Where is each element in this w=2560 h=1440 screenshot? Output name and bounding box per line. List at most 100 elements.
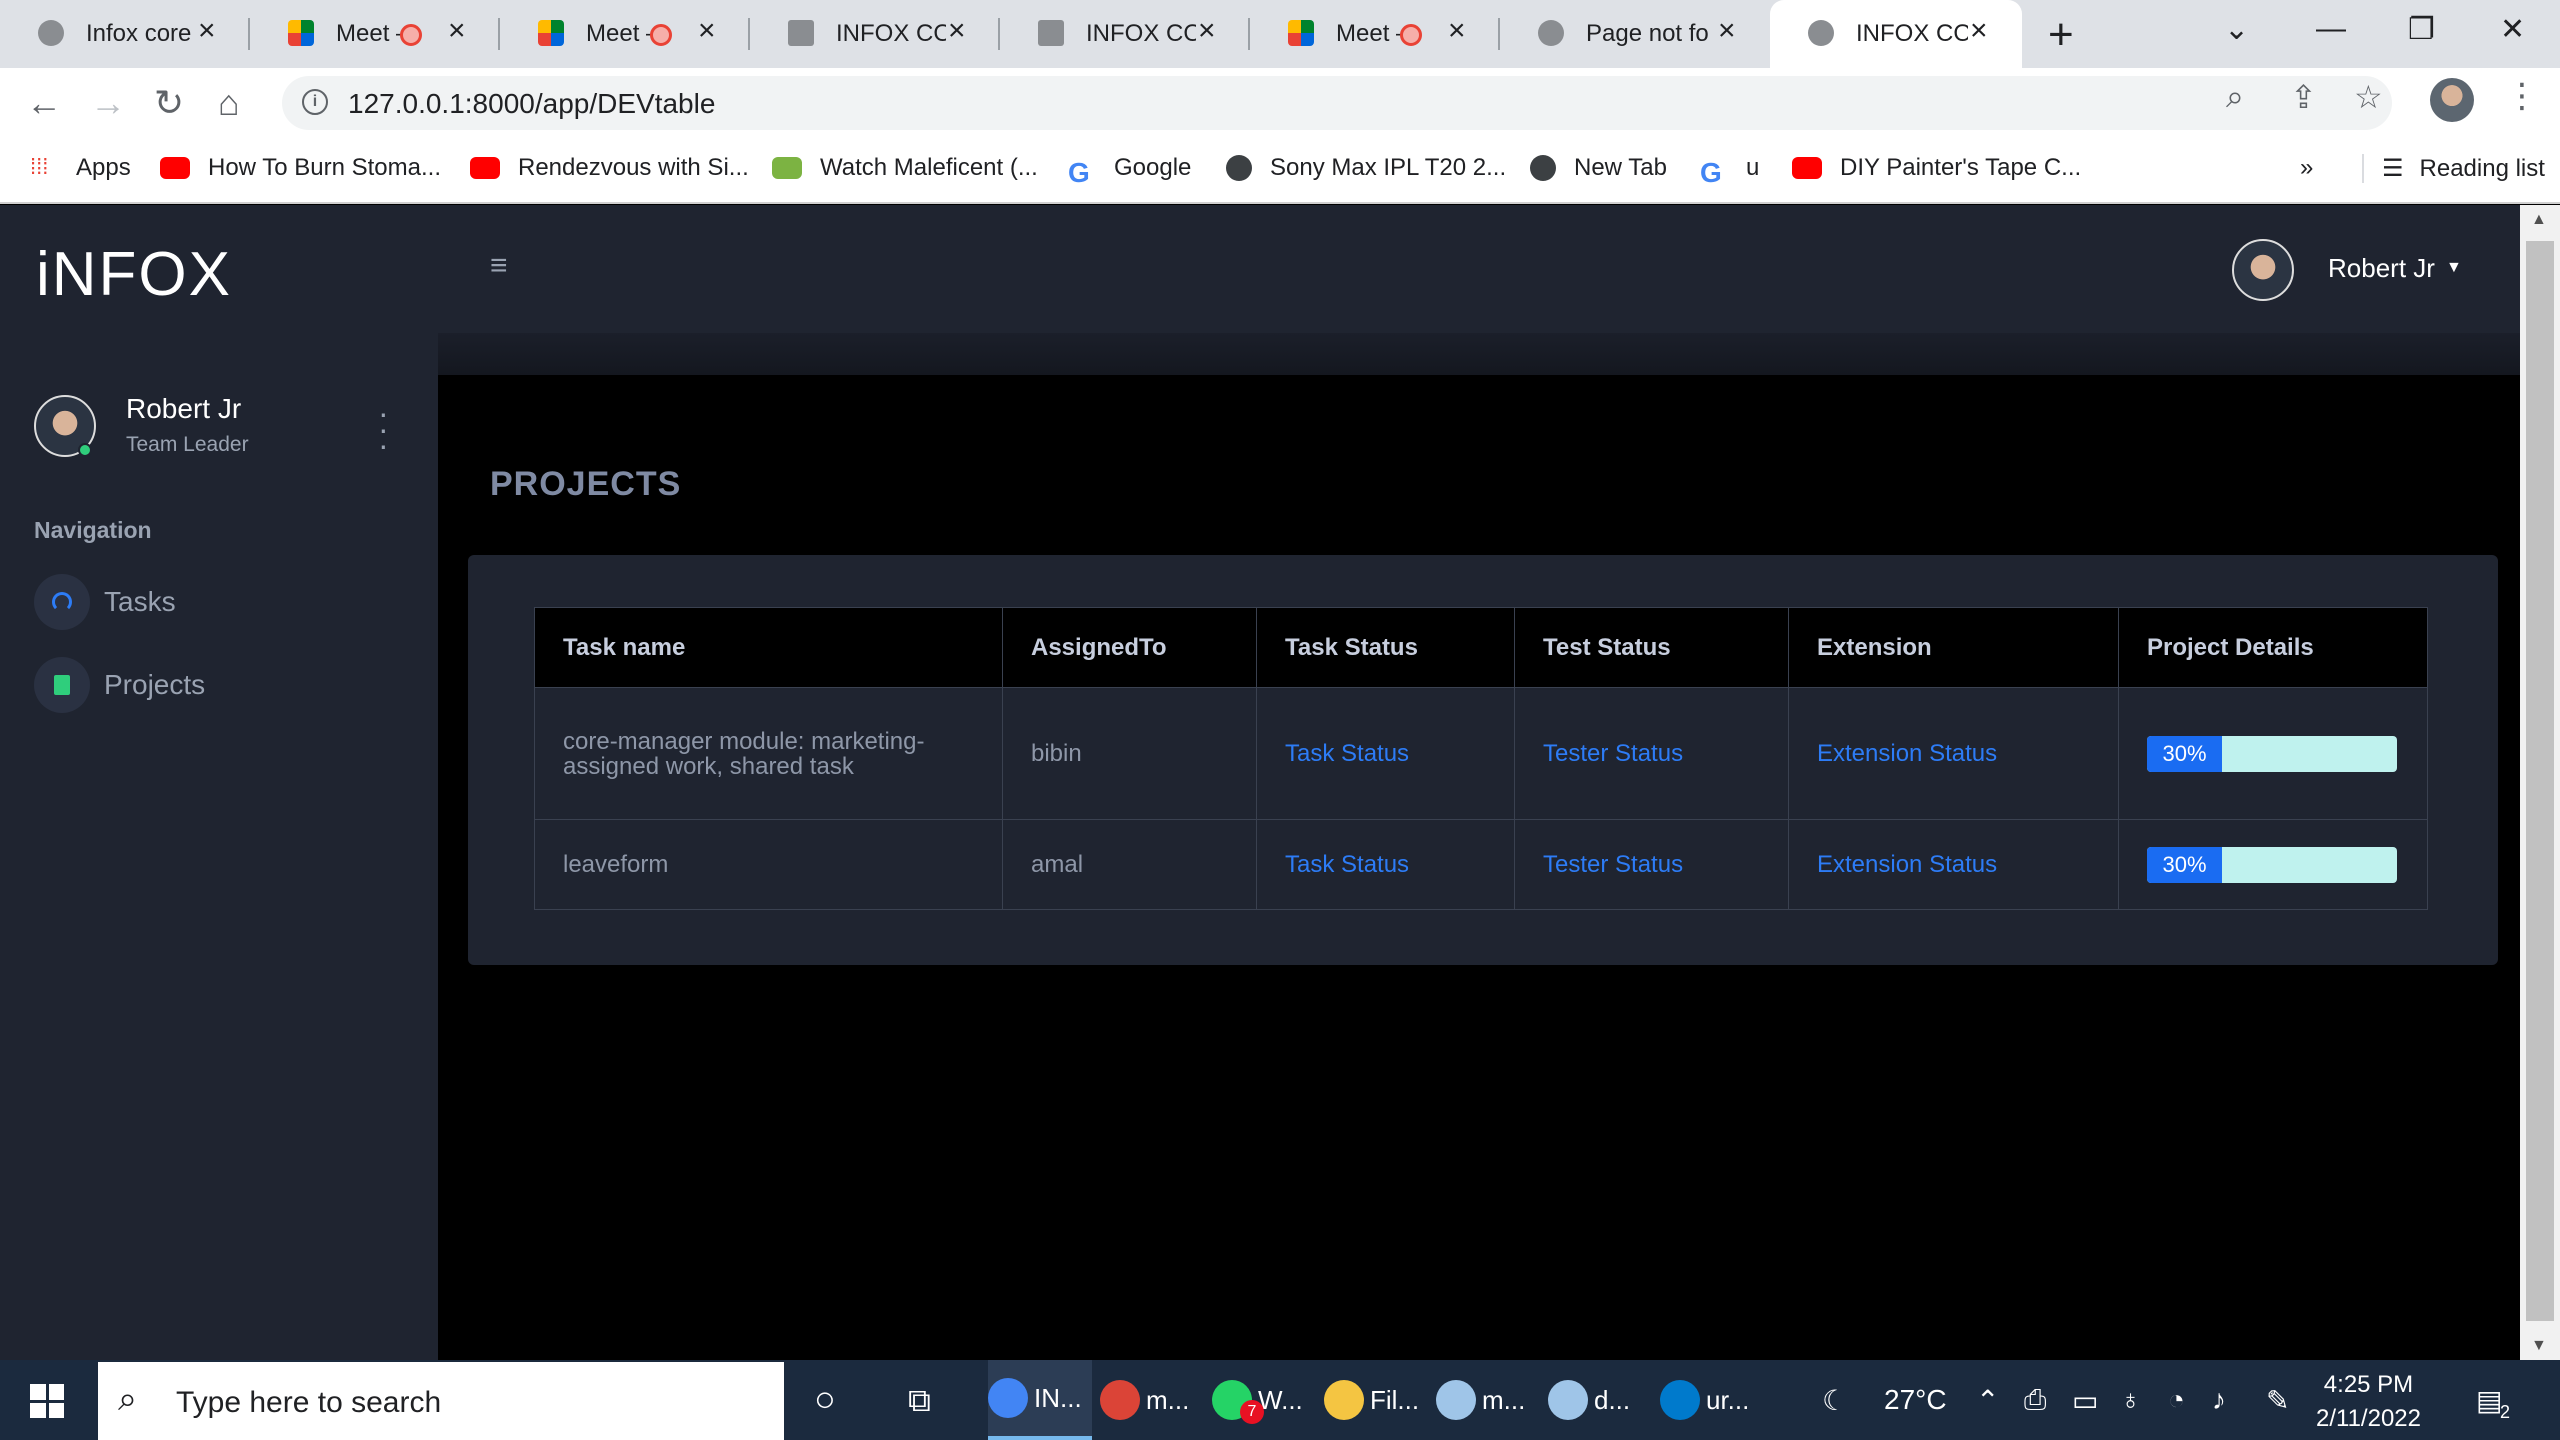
clock-date: 2/11/2022 [2316,1405,2421,1432]
home-icon[interactable]: ⌂ [218,82,240,124]
close-window-icon[interactable]: ✕ [2500,12,2525,47]
chevron-down-icon[interactable]: ▼ [2446,259,2462,277]
taskbar-app[interactable]: ur... [1660,1360,1764,1440]
battery-icon[interactable]: ▭ [2072,1384,2098,1417]
browser-menu-icon[interactable]: ⋮ [2505,76,2539,116]
bookmark-label: Google [1114,154,1192,181]
new-tab-button[interactable]: + [2048,10,2074,60]
taskbar-app[interactable]: m... [1436,1360,1540,1440]
bookmark-item[interactable]: Sony Max IPL T20 2... [1226,154,1506,182]
close-tab-icon[interactable]: × [1718,14,1736,48]
task-status-cell: Task Status [1256,819,1515,910]
page-scrollbar[interactable]: ▲ ▼ [2520,205,2560,1360]
bookmark-item[interactable]: New Tab [1530,154,1667,182]
minimize-icon[interactable]: — [2316,12,2346,46]
task-status-link[interactable]: Task Status [1285,740,1409,767]
browser-tab[interactable]: Infox core × [0,0,250,68]
project-details-cell: 30% [2118,819,2428,910]
close-tab-icon[interactable]: × [1448,14,1466,48]
sidebar-item-label: Projects [104,669,206,700]
user-menu-icon[interactable]: · · · [378,397,389,461]
bookmark-item[interactable]: How To Burn Stoma... [160,154,441,182]
cortana-icon[interactable]: ○ [814,1378,836,1420]
windows-start-icon[interactable] [30,1384,64,1418]
close-tab-icon[interactable]: × [948,14,966,48]
close-tab-icon[interactable]: × [698,14,716,48]
forward-icon[interactable]: → [90,82,126,124]
bookmark-item[interactable]: Watch Maleficent (... [772,154,1038,182]
tester-status-link[interactable]: Tester Status [1543,851,1683,878]
share-icon[interactable]: ⇪ [2290,78,2317,116]
scroll-down-icon[interactable]: ▼ [2531,1337,2547,1355]
bookmark-label: DIY Painter's Tape C... [1840,154,2082,181]
bookmarks-overflow-icon[interactable]: » [2300,154,2313,182]
zoom-icon[interactable]: ⌕ [2226,78,2244,116]
taskbar-app[interactable]: d... [1548,1360,1652,1440]
bookmark-item[interactable]: Rendezvous with Si... [470,154,749,182]
browser-tab[interactable]: INFOX COR× [1770,0,2022,68]
weather-icon[interactable]: ☾ [1822,1384,1847,1417]
browser-tab[interactable]: INFOX COR× [750,0,1000,68]
chrome-icon [988,1378,1028,1418]
close-tab-icon[interactable]: × [1970,14,1988,48]
globe-icon [1530,155,1556,181]
progress-bar: 30% [2147,735,2397,772]
tester-status-link[interactable]: Tester Status [1543,740,1683,767]
bookmark-item[interactable]: ⁞⁞⁞ Apps [30,154,131,182]
wifi-icon[interactable]: ◔ [2168,1384,2185,1416]
youtube-icon [1792,157,1822,179]
hamburger-menu-icon[interactable]: ≡ [490,249,508,283]
sidebar-item-projects[interactable]: Projects [34,657,414,713]
browser-tab[interactable]: Meet – × [250,0,500,68]
extension-status-link[interactable]: Extension Status [1817,851,1997,878]
close-tab-icon[interactable]: × [448,14,466,48]
taskbar-search[interactable]: ⌕ Type here to search [98,1362,784,1440]
task-status-link[interactable]: Task Status [1285,851,1409,878]
system-clock[interactable]: 4:25 PM 2/11/2022 [2316,1368,2421,1436]
back-icon[interactable]: ← [26,82,62,124]
volume-icon[interactable]: ♪ [2212,1384,2226,1416]
browser-tab[interactable]: INFOX COR× [1000,0,1250,68]
bookmark-label: Sony Max IPL T20 2... [1270,154,1507,181]
browser-profile-avatar[interactable] [2430,78,2474,122]
chevron-up-icon[interactable]: ⌃ [1976,1384,1999,1417]
browser-toolbar: ← → ↻ ⌂ i 127.0.0.1:8000/app/DEVtable ⌕ … [0,68,2560,138]
notifications-icon[interactable]: ▤ [2476,1384,2502,1417]
browser-tab[interactable]: Page not fo × [1500,0,1770,68]
meet-now-icon[interactable]: ⎙ [2024,1384,2046,1417]
weather-temp[interactable]: 27°C [1884,1384,1947,1416]
extension-status-link[interactable]: Extension Status [1817,740,1997,767]
url-text[interactable]: 127.0.0.1:8000/app/DEVtable [348,88,715,120]
sidebar-item-tasks[interactable]: Tasks [34,574,414,630]
scrollbar-thumb[interactable] [2526,241,2554,1321]
tab-search-icon[interactable]: ⌄ [2224,12,2249,47]
task-view-icon[interactable]: ⧉ [908,1382,931,1420]
topbar-avatar[interactable] [2232,239,2294,301]
reload-icon[interactable]: ↻ [154,82,184,124]
pen-icon[interactable]: ✎ [2266,1384,2289,1417]
taskbar-app[interactable]: m... [1100,1360,1204,1440]
scroll-up-icon[interactable]: ▲ [2531,211,2547,229]
address-bar[interactable]: i 127.0.0.1:8000/app/DEVtable [282,76,2392,130]
microphone-icon[interactable]: ♁ [2120,1384,2141,1416]
bookmark-item[interactable]: G Google [1068,154,1192,188]
browser-tab[interactable]: Meet – × [500,0,750,68]
bookmark-star-icon[interactable]: ☆ [2354,78,2383,116]
tab-title: Meet – [586,20,656,47]
brand-logo[interactable]: iNFOX [36,239,232,310]
close-tab-icon[interactable]: × [198,14,216,48]
bookmark-item[interactable]: Gu [1700,154,1759,188]
meet-icon [288,20,314,46]
browser-tab[interactable]: Meet – × [1250,0,1500,68]
column-header-extension: Extension [1788,607,2119,688]
close-tab-icon[interactable]: × [1198,14,1216,48]
taskbar-app[interactable]: IN... [988,1360,1092,1440]
reading-list-button[interactable]: ☰ Reading list [2362,154,2545,183]
bookmark-item[interactable]: DIY Painter's Tape C... [1792,154,2081,182]
site-info-icon[interactable]: i [302,89,328,115]
restore-icon[interactable]: ❐ [2408,12,2435,47]
taskbar-app[interactable]: W... 7 [1212,1360,1316,1440]
topbar-user-name[interactable]: Robert Jr [2328,253,2435,284]
tab-title: INFOX COR [1856,20,1968,47]
taskbar-app[interactable]: Fil... [1324,1360,1428,1440]
